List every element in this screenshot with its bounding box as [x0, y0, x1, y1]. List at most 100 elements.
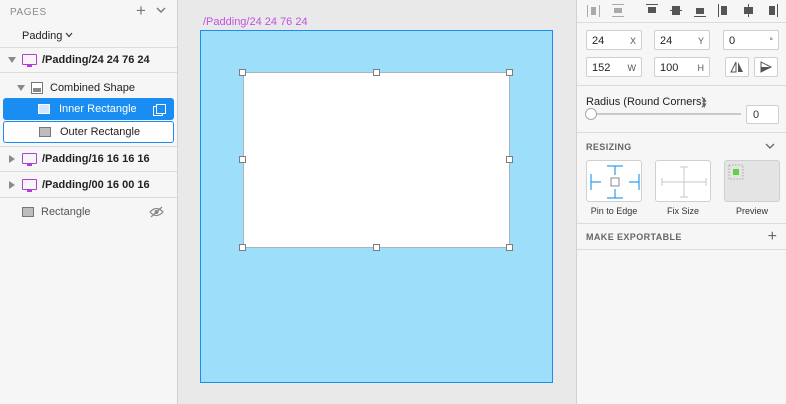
y-value: 24 [660, 35, 673, 47]
resize-handle-top-right[interactable] [506, 69, 513, 76]
align-left-icon[interactable] [645, 3, 659, 18]
make-exportable-title: MAKE EXPORTABLE [586, 232, 682, 242]
divider [0, 171, 177, 172]
radius-input[interactable]: 0 [746, 105, 779, 124]
resize-handle-left[interactable] [239, 156, 246, 163]
align-top-icon[interactable] [717, 3, 731, 18]
layer-label: /Padding/24 24 76 24 [42, 54, 150, 66]
layer-label: Rectangle [41, 206, 91, 218]
alignment-toolbar [577, 0, 786, 22]
flip-vertical-icon [760, 61, 773, 73]
resize-handle-top-left[interactable] [239, 69, 246, 76]
radius-stepper-icon[interactable]: ▴ ▾ [702, 95, 707, 110]
align-horizontal-center-icon[interactable] [669, 3, 683, 18]
add-export-icon[interactable]: + [768, 229, 777, 245]
pages-label: PAGES [10, 7, 47, 18]
resizing-preview[interactable] [724, 160, 780, 202]
add-page-icon[interactable]: + [136, 2, 146, 20]
y-position-field[interactable]: 24 Y [654, 30, 710, 50]
divider [577, 132, 786, 133]
radius-slider-track[interactable] [591, 113, 741, 115]
x-value: 24 [592, 35, 605, 47]
resizing-preview-icon [728, 164, 744, 180]
resize-handle-top[interactable] [373, 69, 380, 76]
inspector-panel: 24 X 24 Y 0 ° 152 W 100 H Radius (Round … [576, 0, 786, 404]
resize-handle-bottom-right[interactable] [506, 244, 513, 251]
layer-label: /Padding/16 16 16 16 [42, 153, 150, 165]
height-value: 100 [660, 62, 679, 74]
layer-inner-rectangle[interactable]: Inner Rectangle [3, 98, 174, 120]
rotation-value: 0 [729, 35, 736, 47]
collapse-pages-icon[interactable] [156, 6, 166, 14]
flip-horizontal-button[interactable] [725, 57, 749, 77]
radius-value: 0 [753, 109, 760, 121]
layer-rectangle-hidden[interactable]: Rectangle [0, 201, 177, 223]
divider [577, 22, 786, 23]
x-unit: X [629, 36, 636, 46]
hidden-eye-icon[interactable] [149, 206, 164, 218]
width-unit: W [627, 63, 637, 73]
fix-size-icon [661, 166, 707, 198]
layer-label: Outer Rectangle [60, 126, 141, 138]
layer-artboard-padding-16-16-16-16[interactable]: /Padding/16 16 16 16 [0, 148, 177, 170]
layer-combined-shape[interactable]: Combined Shape [0, 77, 177, 99]
flip-vertical-button[interactable] [754, 57, 778, 77]
align-bottom-icon[interactable] [765, 3, 779, 18]
radius-label: Radius (Round Corners) [586, 96, 706, 108]
fix-size-option[interactable] [655, 160, 711, 202]
artboard-icon [22, 179, 37, 192]
layer-label: Inner Rectangle [59, 103, 137, 115]
layer-artboard-padding-00-16-00-16[interactable]: /Padding/00 16 00 16 [0, 174, 177, 196]
distribute-vertical-icon[interactable] [611, 3, 625, 18]
divider [577, 249, 786, 250]
divider [0, 197, 177, 198]
divider [577, 223, 786, 224]
disclosure-collapsed-icon[interactable] [9, 155, 15, 163]
disclosure-collapsed-icon[interactable] [9, 181, 15, 189]
page-selector-label: Padding [22, 30, 63, 42]
layer-outer-rectangle[interactable]: Outer Rectangle [3, 121, 174, 143]
layer-label: Combined Shape [50, 82, 136, 94]
mask-icon[interactable] [153, 104, 166, 116]
rectangle-icon [22, 207, 34, 217]
layer-artboard-padding-24-24-76-24[interactable]: /Padding/24 24 76 24 [0, 49, 177, 71]
divider [0, 146, 177, 147]
page-selector[interactable]: Padding [22, 30, 73, 42]
divider [577, 85, 786, 86]
x-position-field[interactable]: 24 X [586, 30, 642, 50]
artboard-title[interactable]: /Padding/24 24 76 24 [203, 16, 308, 28]
rotation-field[interactable]: 0 ° [723, 30, 779, 50]
radius-slider-handle[interactable] [585, 108, 597, 120]
preview-label: Preview [735, 206, 768, 216]
resize-handle-bottom[interactable] [373, 244, 380, 251]
y-unit: Y [697, 36, 704, 46]
height-unit: H [697, 63, 705, 73]
distribute-horizontal-icon[interactable] [587, 3, 601, 18]
height-field[interactable]: 100 H [654, 57, 710, 77]
layer-label: /Padding/00 16 00 16 [42, 179, 150, 191]
resize-handle-right[interactable] [506, 156, 513, 163]
resizing-title: RESIZING [586, 142, 632, 152]
divider [0, 47, 177, 48]
rotation-unit: ° [769, 36, 773, 46]
combined-shape-icon [31, 82, 43, 94]
disclosure-expanded-icon[interactable] [8, 57, 16, 63]
pages-header: PAGES + [0, 0, 177, 24]
selected-inner-rectangle[interactable] [243, 72, 510, 248]
artboard-icon [22, 153, 37, 166]
pin-to-edge-option[interactable] [586, 160, 642, 202]
fix-size-label: Fix Size [666, 206, 699, 216]
resize-handle-bottom-left[interactable] [239, 244, 246, 251]
divider [0, 72, 177, 73]
width-field[interactable]: 152 W [586, 57, 642, 77]
artboard-icon [22, 54, 37, 67]
collapse-resizing-icon[interactable] [765, 142, 775, 150]
flip-horizontal-icon [730, 61, 743, 73]
layers-panel: PAGES + Padding /Padding/24 24 76 24 Com… [0, 0, 178, 404]
align-right-icon[interactable] [693, 3, 707, 18]
align-vertical-center-icon[interactable] [741, 3, 755, 18]
pin-to-edge-icon [590, 165, 640, 199]
disclosure-expanded-icon[interactable] [17, 85, 25, 91]
width-value: 152 [592, 62, 611, 74]
rectangle-icon [38, 104, 50, 114]
